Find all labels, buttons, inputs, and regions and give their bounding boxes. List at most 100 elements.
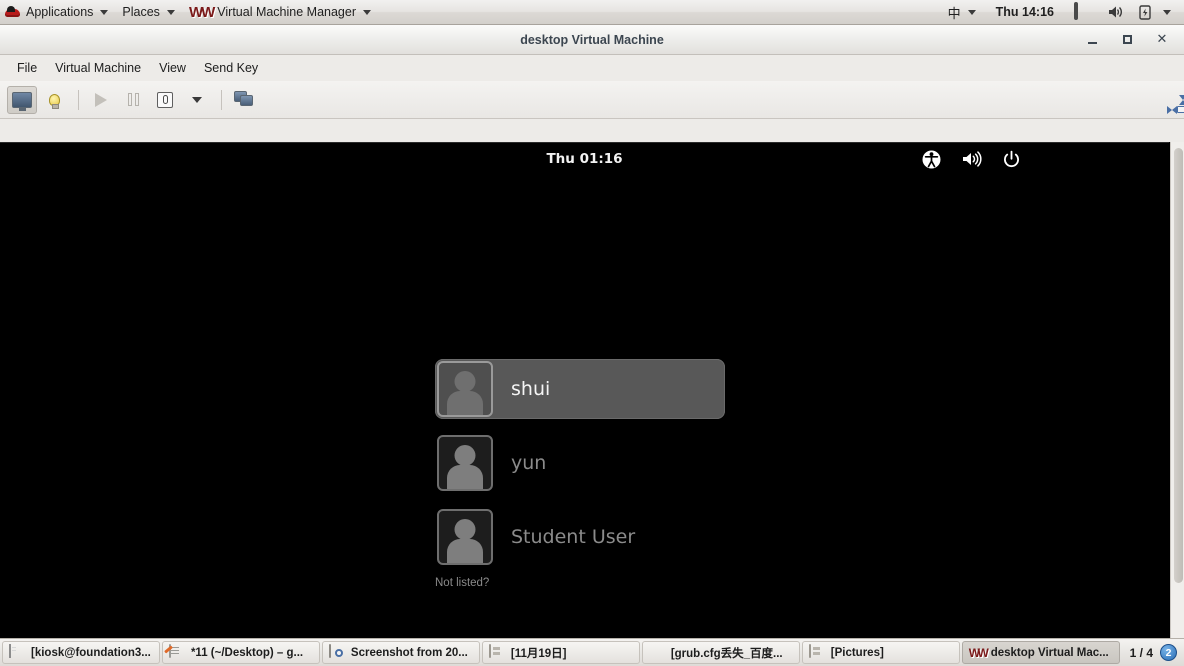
taskbar-item-screenshot[interactable]: Screenshot from 20...	[321, 641, 480, 664]
shutdown-vm-button[interactable]	[150, 86, 180, 114]
chevron-down-icon	[967, 9, 976, 15]
taskbar-item-label: [grub.cfg丢失_百度...	[670, 647, 783, 660]
gdm-clock[interactable]: Thu 01:16	[546, 151, 622, 167]
vmm-titlebar: desktop Virtual Machine ✕	[0, 25, 1184, 55]
gdm-user-list: shui yun Student User Not listed?	[435, 359, 735, 589]
snapshots-icon	[234, 91, 254, 108]
volume-indicator[interactable]	[1099, 0, 1131, 24]
avatar	[437, 435, 493, 491]
minimize-button[interactable]	[1084, 32, 1100, 48]
menu-send-key[interactable]: Send Key	[195, 59, 267, 77]
window-title: desktop Virtual Machine	[520, 32, 664, 47]
places-menu[interactable]: Places	[115, 0, 182, 24]
menu-view[interactable]: View	[150, 59, 195, 77]
user-name-label: shui	[511, 378, 551, 400]
display-icon	[1074, 2, 1092, 20]
vmm-toolbar	[0, 81, 1184, 119]
taskbar-item-label: [kiosk@foundation3...	[31, 646, 151, 659]
taskbar-item-label: [11月19日]	[510, 647, 567, 660]
panel-clock-label: Thu 14:16	[995, 5, 1054, 19]
volume-icon[interactable]	[961, 150, 982, 168]
speaker-icon	[1106, 4, 1124, 20]
chevron-down-icon	[1163, 9, 1171, 15]
accessibility-icon[interactable]	[922, 150, 941, 169]
menu-file[interactable]: File	[8, 59, 46, 77]
gnome-panel-right: 中 Thu 14:16	[941, 0, 1184, 24]
vmm-window-menu[interactable]: WW Virtual Machine Manager	[182, 0, 378, 24]
gnome-panel-left: Applications Places WW Virtual Machine M…	[0, 0, 378, 24]
chevron-down-icon	[192, 96, 202, 103]
vmm-menubar: File Virtual Machine View Send Key	[0, 55, 1184, 81]
vm-vertical-scrollbar[interactable]	[1170, 142, 1184, 663]
user-name-label: Student User	[511, 526, 636, 548]
taskbar-item-gedit[interactable]: *11 (~/Desktop) – g...	[161, 641, 320, 664]
lightbulb-icon	[48, 93, 60, 109]
user-list-item-student-user[interactable]: Student User	[435, 507, 735, 567]
maximize-button[interactable]	[1119, 32, 1135, 48]
toolbar-separator	[78, 89, 79, 110]
window-list-taskbar: [kiosk@foundation3... *11 (~/Desktop) – …	[0, 638, 1184, 666]
taskbar-item-label: Screenshot from 20...	[350, 646, 468, 659]
workspace-count-label: 1 / 4	[1129, 645, 1154, 660]
pause-icon	[127, 93, 139, 106]
firefox-icon	[649, 645, 665, 661]
power-icon[interactable]	[1002, 150, 1021, 169]
vm-console-viewport[interactable]: Thu 01:16 shui yun Student User Not list…	[0, 142, 1184, 663]
run-vm-button[interactable]	[86, 86, 116, 114]
toolbar-separator	[221, 89, 222, 110]
battery-icon	[1138, 4, 1156, 20]
redhat-logo-icon	[4, 5, 21, 20]
close-button[interactable]: ✕	[1154, 32, 1170, 48]
window-controls: ✕	[1084, 25, 1178, 54]
applications-menu[interactable]: Applications	[0, 0, 115, 24]
taskbar-item-file-manager-2[interactable]: [Pictures]	[801, 641, 960, 664]
terminal-icon	[9, 643, 25, 661]
user-name-label: yun	[511, 452, 547, 474]
battery-indicator[interactable]	[1131, 0, 1178, 24]
panel-clock[interactable]: Thu 14:16	[983, 0, 1067, 24]
vmm-icon: WW	[968, 645, 989, 660]
input-method-indicator[interactable]: 中	[941, 0, 983, 24]
show-console-button[interactable]	[7, 85, 37, 114]
display-indicator[interactable]	[1067, 0, 1099, 24]
applications-menu-label: Applications	[26, 5, 94, 19]
power-switch-icon	[157, 91, 173, 108]
chevron-down-icon	[166, 9, 175, 15]
gdm-top-bar: Thu 01:16	[0, 142, 1169, 175]
avatar	[437, 509, 493, 565]
user-list-item-yun[interactable]: yun	[435, 433, 735, 493]
taskbar-item-label: desktop Virtual Mac...	[990, 646, 1109, 659]
screenshot-icon	[328, 643, 345, 661]
gdm-status-tray	[922, 143, 1021, 175]
vm-guest-screen[interactable]: Thu 01:16 shui yun Student User Not list…	[0, 142, 1169, 663]
menu-virtual-machine[interactable]: Virtual Machine	[46, 59, 150, 77]
vm-scrollbar-thumb[interactable]	[1174, 148, 1183, 583]
manage-snapshots-button[interactable]	[229, 86, 259, 114]
monitor-icon	[12, 91, 32, 111]
pause-vm-button[interactable]	[118, 86, 148, 114]
chevron-down-icon	[363, 9, 371, 15]
places-menu-label: Places	[122, 5, 160, 19]
taskbar-item-firefox[interactable]: [grub.cfg丢失_百度...	[641, 641, 800, 664]
taskbar-item-vmm[interactable]: WW desktop Virtual Mac...	[961, 641, 1120, 664]
shutdown-dropdown-button[interactable]	[182, 86, 212, 114]
screen-root: Applications Places WW Virtual Machine M…	[0, 0, 1184, 666]
vmm-window: desktop Virtual Machine ✕ File Virtual M…	[0, 25, 1184, 663]
workspace-badge[interactable]: 2	[1160, 644, 1178, 661]
gnome-top-panel: Applications Places WW Virtual Machine M…	[0, 0, 1184, 25]
taskbar-item-file-manager-1[interactable]: [11月19日]	[481, 641, 640, 664]
file-manager-icon	[488, 643, 505, 661]
user-list-item-shui[interactable]: shui	[435, 359, 725, 419]
vmm-logo-icon: WW	[188, 3, 215, 21]
workspace-switcher[interactable]: 1 / 4 2	[1122, 644, 1182, 661]
gedit-icon	[168, 643, 185, 661]
not-listed-link[interactable]: Not listed?	[435, 577, 735, 589]
vmm-window-menu-label: Virtual Machine Manager	[217, 5, 356, 19]
show-details-button[interactable]	[39, 86, 69, 114]
avatar	[437, 361, 493, 417]
input-method-label: 中	[947, 5, 961, 21]
play-icon	[95, 92, 107, 107]
taskbar-item-label: *11 (~/Desktop) – g...	[190, 646, 304, 659]
taskbar-item-terminal[interactable]: [kiosk@foundation3...	[2, 641, 160, 664]
taskbar-item-label: [Pictures]	[830, 646, 884, 659]
